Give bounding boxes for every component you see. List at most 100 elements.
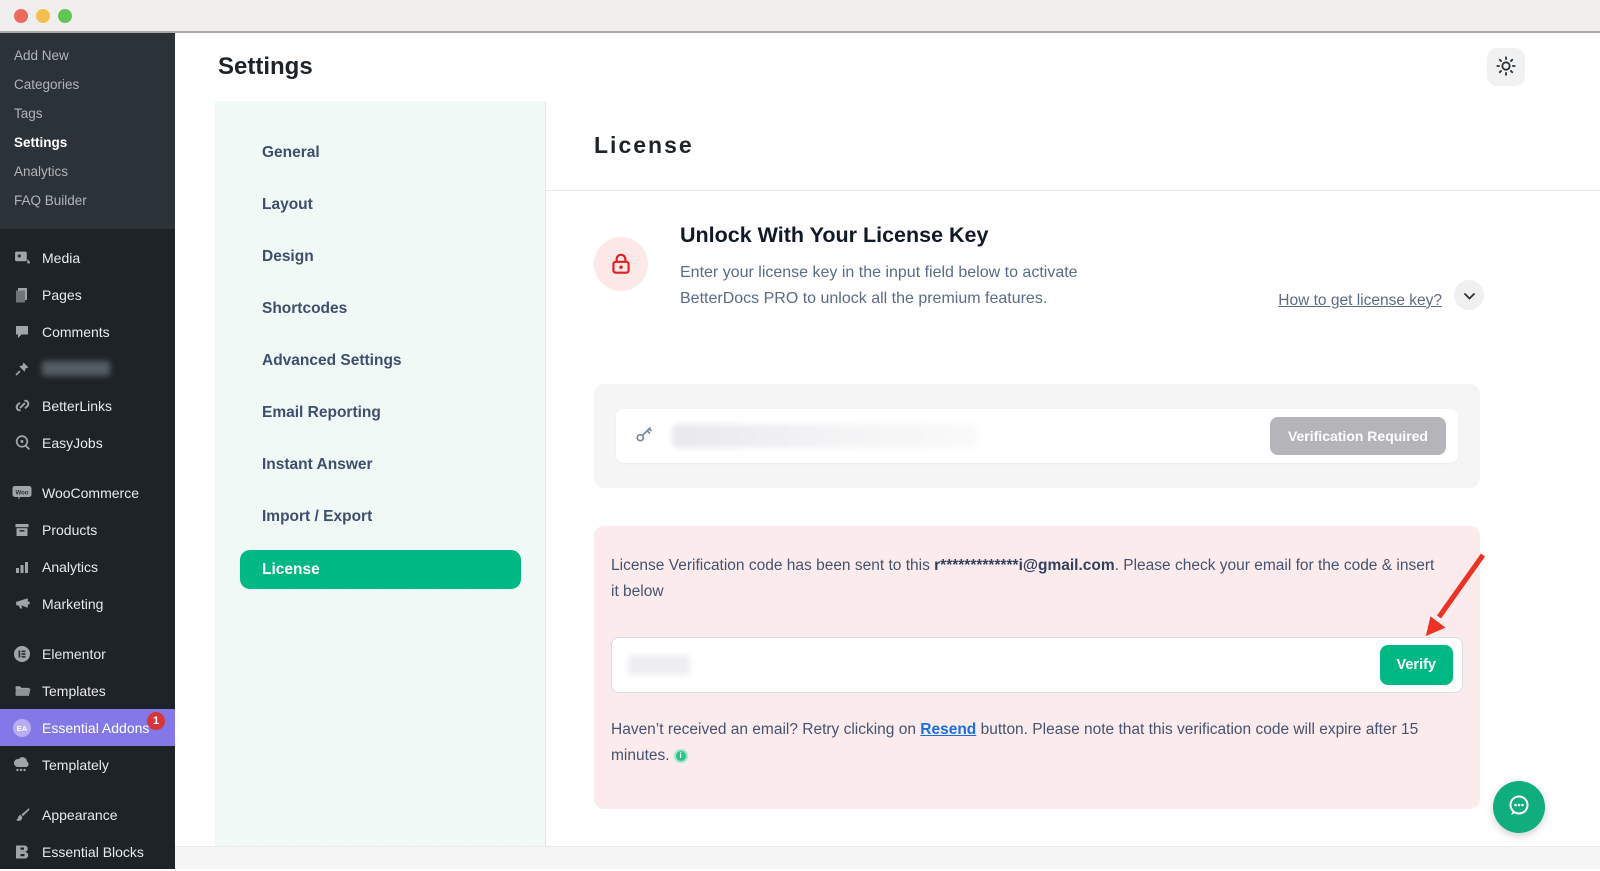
app-window: Add New Categories Tags Settings Analyti… (0, 0, 1600, 871)
sidebar-item-label: Comments (42, 323, 110, 340)
sidebar-item-label: Analytics (42, 558, 99, 575)
sidebar-item-easyjobs[interactable]: EasyJobs (0, 424, 175, 461)
license-panel-header: License (546, 101, 1600, 191)
sidebar-item-label: Templates (42, 682, 106, 699)
sidebar-item-media[interactable]: Media (0, 239, 175, 276)
how-to-get-license-link[interactable]: How to get license key? (1278, 292, 1442, 310)
sidebar-item-comments[interactable]: Comments (0, 313, 175, 350)
redacted-license-key (672, 424, 977, 448)
sun-icon (1495, 55, 1517, 80)
verification-code-input[interactable]: Verify (611, 637, 1463, 693)
close-window-icon[interactable] (14, 8, 28, 23)
sidebar-item-essential-blocks[interactable]: Essential Blocks (0, 833, 175, 870)
zoom-window-icon[interactable] (58, 8, 72, 23)
unlock-description: Enter your license key in the input fiel… (680, 264, 1078, 307)
verification-message: License Verification code has been sent … (611, 557, 1435, 600)
masked-email: r*************i@gmail.com (934, 557, 1115, 574)
sidebar-item-analytics[interactable]: Analytics (0, 548, 175, 585)
redacted-label (42, 361, 110, 376)
live-chat-button[interactable] (1493, 781, 1545, 833)
sidebar-item-add-new[interactable]: Add New (0, 41, 175, 70)
sidebar-item-pages[interactable]: Pages (0, 276, 175, 313)
comments-icon (12, 322, 32, 342)
macos-titlebar (0, 0, 1600, 33)
key-icon (634, 424, 654, 449)
sidebar-item-label: Pages (42, 286, 82, 303)
chat-bubble-icon (1505, 792, 1533, 823)
templates-icon (12, 681, 32, 701)
expand-help-button[interactable] (1454, 280, 1484, 310)
resend-message: Haven’t received an email? Retry clickin… (611, 721, 1419, 764)
sidebar-item-label: WooCommerce (42, 484, 139, 501)
settings-tab-instant-answer[interactable]: Instant Answer (215, 439, 545, 491)
footer-band (175, 846, 1600, 869)
settings-header: Settings (175, 33, 1600, 101)
sidebar-item-label: Essential Blocks (42, 843, 144, 860)
sidebar-item-label: Products (42, 521, 98, 538)
license-panel: License Unlock With Your License Key Ent… (546, 101, 1600, 846)
settings-tab-advanced-settings[interactable]: Advanced Settings (215, 335, 545, 387)
essential-blocks-icon (12, 842, 32, 862)
products-icon (12, 520, 32, 540)
sidebar-item-settings[interactable]: Settings (0, 128, 175, 157)
sidebar-item-templates[interactable]: Templates (0, 672, 175, 709)
chevron-down-icon (1463, 288, 1475, 303)
theme-toggle-button[interactable] (1487, 48, 1525, 86)
essential-addons-icon: EA (12, 718, 32, 738)
verification-notice-panel: License Verification code has been sent … (594, 526, 1480, 809)
sidebar-item-analytics-sub[interactable]: Analytics (0, 157, 175, 186)
unlock-heading: Unlock With Your License Key (680, 223, 989, 247)
sidebar-item-label: EasyJobs (42, 434, 103, 451)
easyjobs-icon (12, 433, 32, 453)
elementor-icon (12, 644, 32, 664)
notification-badge: 1 (147, 712, 165, 730)
betterdocs-submenu: Add New Categories Tags Settings Analyti… (0, 33, 175, 229)
sidebar-item-categories[interactable]: Categories (0, 70, 175, 99)
redacted-verification-code (628, 655, 690, 675)
settings-tab-general[interactable]: General (215, 127, 545, 179)
verification-required-button[interactable]: Verification Required (1269, 417, 1446, 455)
sidebar-item-elementor[interactable]: Elementor (0, 635, 175, 672)
svg-text:EA: EA (17, 724, 28, 733)
unlock-section: Unlock With Your License Key Enter your … (594, 223, 1484, 312)
sidebar-item-faq-builder[interactable]: FAQ Builder (0, 186, 175, 215)
link-icon (12, 396, 32, 416)
sidebar-item-marketing[interactable]: Marketing (0, 585, 175, 622)
settings-tab-import-export[interactable]: Import / Export (215, 491, 545, 543)
lock-icon (594, 237, 648, 291)
settings-tab-license[interactable]: License (240, 550, 521, 589)
minimize-window-icon[interactable] (36, 8, 50, 23)
settings-tab-email-reporting[interactable]: Email Reporting (215, 387, 545, 439)
sidebar-item-redacted[interactable] (0, 350, 175, 387)
media-icon (12, 248, 32, 268)
templately-icon (12, 755, 32, 775)
pages-icon (12, 285, 32, 305)
license-key-section: Verification Required (594, 384, 1480, 488)
settings-tab-layout[interactable]: Layout (215, 179, 545, 231)
settings-tab-design[interactable]: Design (215, 231, 545, 283)
appearance-icon (12, 805, 32, 825)
sidebar-item-label: Elementor (42, 645, 106, 662)
sidebar-item-label: Templately (42, 756, 109, 773)
settings-tab-shortcodes[interactable]: Shortcodes (215, 283, 545, 335)
sidebar-item-tags[interactable]: Tags (0, 99, 175, 128)
sidebar-item-woocommerce[interactable]: Woo WooCommerce (0, 474, 175, 511)
sidebar-item-essential-addons[interactable]: EA Essential Addons 1 (0, 709, 175, 746)
sidebar-item-betterlinks[interactable]: BetterLinks (0, 387, 175, 424)
resend-link[interactable]: Resend (920, 721, 976, 738)
sidebar-item-appearance[interactable]: Appearance (0, 796, 175, 833)
sidebar-item-label: Essential Addons (42, 719, 150, 736)
sidebar-item-products[interactable]: Products (0, 511, 175, 548)
license-title: License (594, 132, 694, 158)
verify-button[interactable]: Verify (1379, 645, 1453, 685)
sidebar-item-label: Media (42, 249, 81, 266)
sidebar-item-label: Marketing (42, 595, 104, 612)
settings-nav-panel: General Layout Design Shortcodes Advance… (215, 101, 545, 846)
sidebar-item-label: BetterLinks (42, 397, 113, 414)
pin-icon (12, 359, 32, 379)
analytics-icon (12, 557, 32, 577)
sidebar-item-templately[interactable]: Templately (0, 746, 175, 783)
license-key-input[interactable]: Verification Required (616, 409, 1458, 463)
woocommerce-icon: Woo (12, 483, 32, 503)
sidebar-item-label: Appearance (42, 806, 118, 823)
